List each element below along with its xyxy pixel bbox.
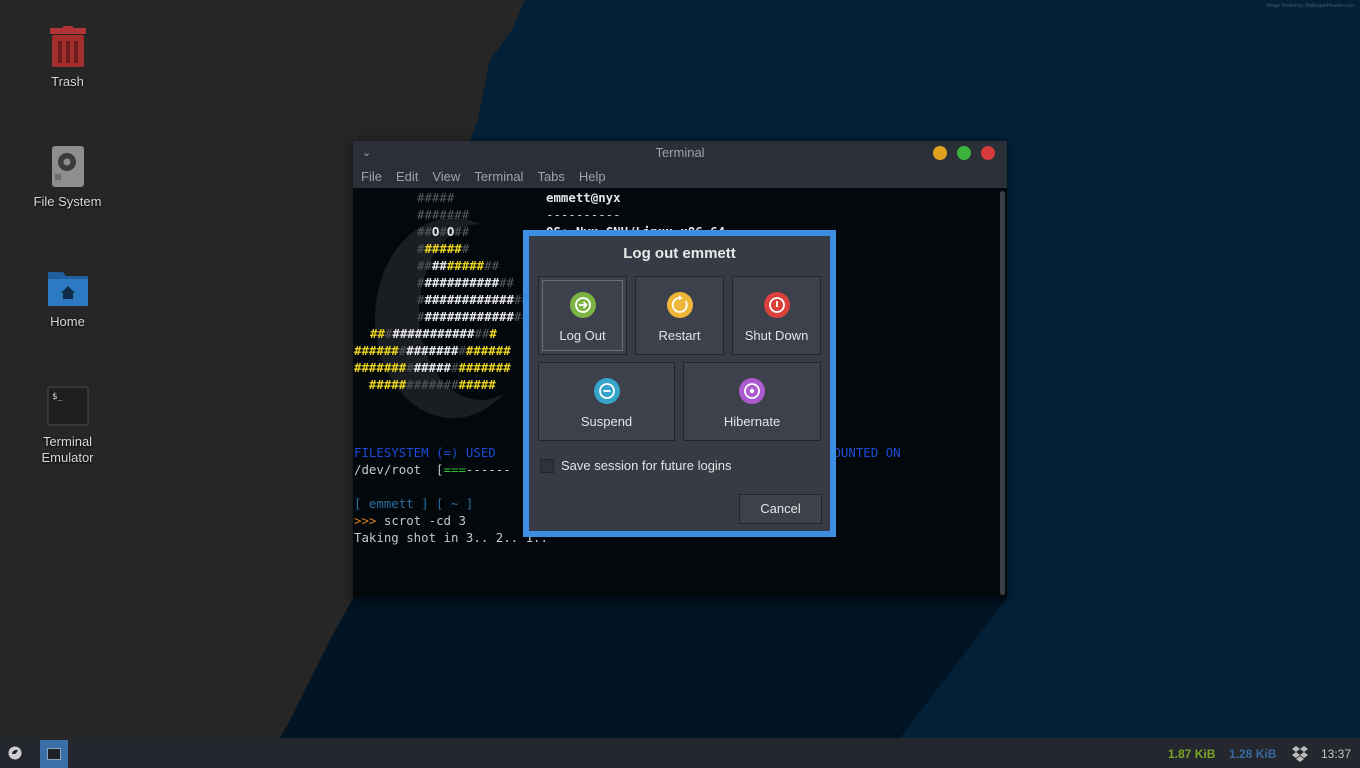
fs-row: /dev/root [===------	[354, 462, 511, 477]
shut-down-button[interactable]: Shut Down	[732, 276, 821, 355]
fs-header: FILESYSTEM (=) USED	[354, 445, 496, 460]
action-label: Restart	[658, 328, 701, 343]
menu-edit[interactable]: Edit	[389, 165, 425, 188]
command-line: >>> scrot -cd 3	[354, 513, 466, 528]
network-upload-speed: 1.87 KiB	[1168, 747, 1216, 761]
log-out-button[interactable]: Log Out	[538, 276, 627, 355]
action-label: Suspend	[580, 414, 633, 429]
hibernate-button[interactable]: Hibernate	[683, 362, 821, 441]
menu-tabs[interactable]: Tabs	[530, 165, 571, 188]
terminal-icon: $_	[47, 386, 89, 428]
network-download-speed: 1.28 KiB	[1229, 747, 1277, 761]
taskbar-terminal-button[interactable]	[40, 740, 68, 768]
save-session-label[interactable]: Save session for future logins	[561, 458, 732, 473]
window-title: Terminal	[655, 145, 705, 160]
taskbar	[0, 738, 1360, 768]
user-host: emmett@nyx	[546, 190, 621, 205]
restart-button[interactable]: Restart	[635, 276, 724, 355]
maximize-button[interactable]	[957, 146, 971, 160]
desktop-icon-file-system[interactable]: File System	[20, 146, 115, 210]
fs-header-mount: MOUNTED ON	[826, 445, 901, 460]
terminal-icon	[47, 748, 61, 760]
action-label: Log Out	[559, 328, 606, 343]
desktop-icon-home[interactable]: Home	[20, 266, 115, 330]
dialog-title: Log out emmett	[623, 245, 736, 262]
power-icon	[763, 292, 790, 318]
shell-prompt: [ emmett ] [ ~ ]	[354, 496, 474, 511]
desktop-icon-trash[interactable]: Trash	[20, 26, 115, 90]
command-output: Taking shot in 3.. 2.. 1..	[354, 530, 548, 545]
drive-icon	[47, 146, 89, 188]
menu-view[interactable]: View	[425, 165, 467, 188]
svg-text:$_: $_	[52, 392, 63, 402]
desktop-icon-label: File System	[33, 194, 102, 209]
menu-file[interactable]: File	[354, 165, 389, 188]
wallpaper-credit: Image hosted by WallpaperHeader.com	[1266, 3, 1354, 9]
info-separator: ----------	[546, 207, 621, 222]
menu-terminal[interactable]: Terminal	[467, 165, 530, 188]
suspend-button[interactable]: Suspend	[538, 362, 675, 441]
terminal-menubar: File Edit View Terminal Tabs Help	[353, 165, 1007, 188]
restart-icon	[666, 292, 693, 318]
ascii-art: ##### ####### ##O#O## ####### ##########…	[417, 190, 536, 324]
logout-icon	[569, 292, 596, 318]
hibernate-icon	[739, 378, 765, 404]
close-button[interactable]	[981, 146, 995, 160]
action-label: Hibernate	[723, 414, 781, 429]
desktop-icon-label: Trash	[51, 74, 84, 89]
window-menu-chevron-icon[interactable]: ⌄	[362, 141, 371, 165]
desktop-icon-terminal-emulator[interactable]: $_ Terminal Emulator	[20, 386, 115, 466]
action-label: Shut Down	[744, 328, 809, 343]
trash-icon	[47, 26, 89, 68]
terminal-scrollbar[interactable]	[1000, 191, 1005, 595]
clock[interactable]: 13:37	[1321, 747, 1351, 761]
minimize-button[interactable]	[933, 146, 947, 160]
desktop-icon-label: Home	[50, 314, 85, 329]
home-folder-icon	[47, 266, 89, 308]
desktop-icon-label: Terminal Emulator	[41, 434, 94, 465]
app-menu-icon[interactable]	[8, 746, 22, 760]
suspend-icon	[593, 378, 620, 404]
cancel-button[interactable]: Cancel	[739, 494, 822, 524]
terminal-titlebar[interactable]: ⌄ Terminal	[353, 141, 1007, 165]
dropbox-icon[interactable]	[1291, 745, 1309, 763]
save-session-checkbox[interactable]	[540, 459, 554, 473]
menu-help[interactable]: Help	[572, 165, 613, 188]
